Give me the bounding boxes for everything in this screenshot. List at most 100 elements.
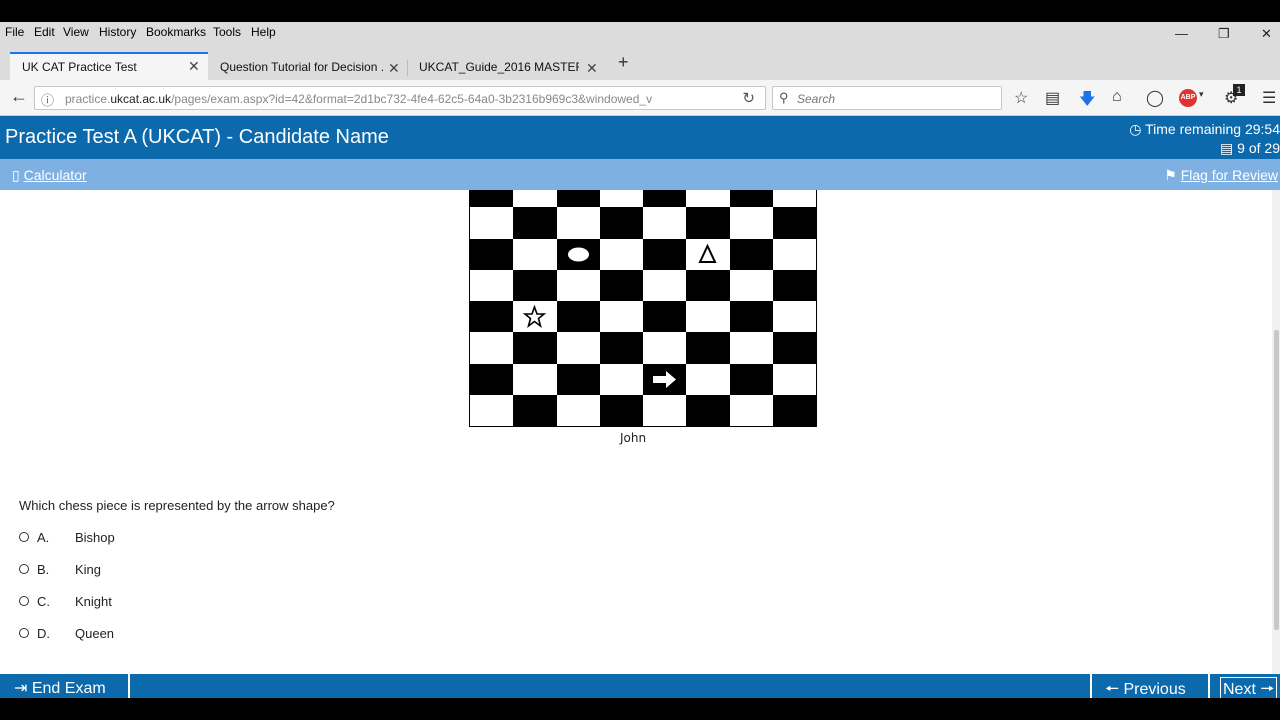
board-square <box>599 394 643 426</box>
reload-icon[interactable]: ↻ <box>742 89 755 107</box>
extension-badge: 1 <box>1233 84 1245 96</box>
url-bar[interactable]: ⓘ practice.ukcat.ac.uk/pages/exam.aspx?i… <box>34 86 766 110</box>
board-square <box>513 207 557 239</box>
board-square <box>470 207 514 239</box>
footer-divider <box>128 674 130 698</box>
radio-button[interactable] <box>19 532 29 542</box>
board-square <box>470 363 514 395</box>
board-square <box>599 207 643 239</box>
board-square <box>599 269 643 301</box>
adblock-icon[interactable]: ABP <box>1179 89 1197 107</box>
board-square <box>729 207 773 239</box>
tab-title: UKCAT_Guide_2016 MASTER.i... <box>419 60 579 74</box>
footer-divider <box>1208 674 1210 698</box>
triangle-piece-icon <box>686 239 729 275</box>
flag-for-review-button[interactable]: ⚑ Flag for Review <box>1164 167 1278 184</box>
minimize-icon[interactable]: — <box>1175 26 1188 41</box>
board-square <box>599 190 643 208</box>
question-content: John Which chess piece is represented by… <box>0 190 1280 674</box>
letterbox-top <box>0 0 1280 22</box>
close-icon[interactable]: ✕ <box>586 60 598 77</box>
download-icon[interactable]: 🡇 <box>1079 88 1095 115</box>
board-square <box>643 332 687 364</box>
pocket-icon[interactable]: ◯ <box>1146 88 1164 108</box>
board-square <box>599 363 643 395</box>
end-exam-button[interactable]: ⇥ End Exam <box>14 678 106 698</box>
tab-ukcat-guide[interactable]: UKCAT_Guide_2016 MASTER.i... ✕ <box>407 54 607 80</box>
star-piece-icon <box>513 301 556 337</box>
clock-icon: ◷ <box>1129 121 1142 137</box>
board-square <box>729 332 773 364</box>
restore-icon[interactable]: ❐ <box>1218 26 1230 42</box>
menu-file[interactable]: File <box>5 25 24 39</box>
search-placeholder: Search <box>797 92 836 106</box>
board-square <box>599 301 643 333</box>
board-square <box>556 190 600 208</box>
home-icon[interactable]: ⌂ <box>1112 88 1122 106</box>
calculator-icon: ▯ <box>12 167 20 183</box>
chevron-down-icon[interactable]: ▾ <box>1199 89 1204 100</box>
exam-header: Practice Test A (UKCAT) - Candidate Name… <box>0 116 1280 159</box>
board-square <box>643 238 687 270</box>
new-tab-plus-icon[interactable]: + <box>618 52 629 73</box>
board-square <box>556 301 600 333</box>
board-square <box>470 269 514 301</box>
close-icon[interactable]: ✕ <box>388 60 400 77</box>
board-square <box>772 207 816 239</box>
hamburger-menu-icon[interactable]: ☰ <box>1262 88 1276 108</box>
board-square <box>470 332 514 364</box>
board-square <box>772 363 816 395</box>
tab-ukcat-practice-test[interactable]: UK CAT Practice Test ✕ <box>10 52 208 80</box>
board-square <box>686 190 730 208</box>
menu-help[interactable]: Help <box>251 25 276 39</box>
question-counter: ▤ 9 of 29 <box>1220 140 1280 156</box>
menu-edit[interactable]: Edit <box>34 25 55 39</box>
option-label: Queen <box>75 626 115 641</box>
bookmark-star-icon[interactable]: ☆ <box>1014 88 1028 108</box>
exit-icon: ⇥ <box>14 680 28 697</box>
window-close-icon[interactable]: ✕ <box>1261 26 1272 42</box>
tab-title: UK CAT Practice Test <box>22 60 137 74</box>
board-square <box>729 238 773 270</box>
option-letter: A. <box>37 530 50 545</box>
url-text: practice.ukcat.ac.uk/pages/exam.aspx?id=… <box>65 92 653 106</box>
board-square <box>556 332 600 364</box>
board-square <box>686 332 730 364</box>
board-square <box>772 332 816 364</box>
back-arrow-icon[interactable]: ← <box>10 86 28 107</box>
footer-divider <box>1090 674 1092 698</box>
scrollbar-thumb[interactable] <box>1274 330 1279 630</box>
exam-toolbar: ▯ Calculator ⚑ Flag for Review <box>0 159 1280 190</box>
tab-question-tutorial[interactable]: Question Tutorial for Decision ... ✕ <box>208 54 406 80</box>
close-icon[interactable]: ✕ <box>188 58 200 75</box>
board-caption: John <box>620 431 647 445</box>
letterbox-bottom <box>0 698 1280 720</box>
menu-bookmarks[interactable]: Bookmarks <box>146 25 206 39</box>
radio-button[interactable] <box>19 596 29 606</box>
board-square <box>470 394 514 426</box>
page-title: Practice Test A (UKCAT) - Candidate Name <box>5 126 389 148</box>
scrollbar[interactable] <box>1272 190 1280 674</box>
reading-list-icon[interactable]: ▤ <box>1045 88 1060 108</box>
menu-history[interactable]: History <box>99 25 136 39</box>
option-letter: C. <box>37 594 50 609</box>
board-square <box>599 238 643 270</box>
tab-title: Question Tutorial for Decision ... <box>220 60 385 74</box>
board-square <box>556 207 600 239</box>
radio-button[interactable] <box>19 628 29 638</box>
flag-icon: ⚑ <box>1164 167 1177 183</box>
board-square <box>772 301 816 333</box>
search-input[interactable]: ⚲ Search <box>772 86 1002 110</box>
board-square <box>729 301 773 333</box>
menu-view[interactable]: View <box>63 25 89 39</box>
calculator-button[interactable]: ▯ Calculator <box>12 167 87 184</box>
menu-tools[interactable]: Tools <box>213 25 241 39</box>
ellipse-piece-icon <box>557 239 600 275</box>
board-square <box>599 332 643 364</box>
option-letter: B. <box>37 562 50 577</box>
board-square <box>470 301 514 333</box>
radio-button[interactable] <box>19 564 29 574</box>
board-square <box>686 301 730 333</box>
info-icon[interactable]: ⓘ <box>41 90 54 109</box>
board-square <box>513 394 557 426</box>
